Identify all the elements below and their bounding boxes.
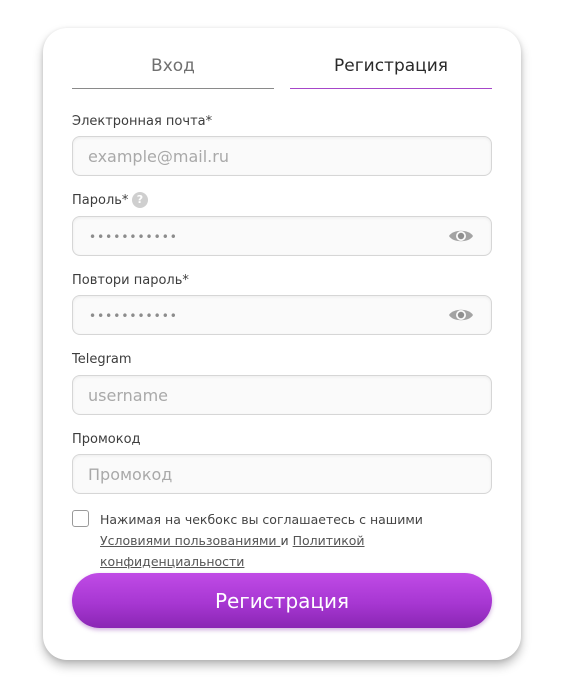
agreement-text-before: Нажимая на чекбокс вы соглашаетесь с наш…	[100, 512, 423, 527]
register-button[interactable]: Регистрация	[72, 573, 492, 628]
email-field[interactable]	[72, 136, 492, 176]
agreement-checkbox[interactable]	[72, 510, 89, 527]
terms-link[interactable]: Условиями пользованиями	[100, 533, 281, 548]
password-repeat-mask: •••••••••••	[89, 309, 178, 323]
auth-tabs: Вход Регистрация	[72, 52, 492, 90]
telegram-field[interactable]	[72, 375, 492, 415]
password-repeat-label: Повтори пароль*	[72, 273, 189, 288]
promo-field[interactable]	[72, 454, 492, 494]
promo-label: Промокод	[72, 432, 141, 447]
password-repeat-field[interactable]: •••••••••••	[72, 295, 492, 335]
eye-icon[interactable]	[448, 305, 474, 325]
email-label: Электронная почта*	[72, 114, 213, 129]
tab-login[interactable]: Вход	[72, 52, 274, 89]
password-field[interactable]: •••••••••••	[72, 216, 492, 256]
agreement-text-between: и	[280, 533, 293, 548]
agreement-text: Нажимая на чекбокс вы соглашаетесь с наш…	[100, 509, 497, 572]
password-label: Пароль*	[72, 193, 129, 208]
eye-icon[interactable]	[448, 226, 474, 246]
password-mask: •••••••••••	[89, 230, 178, 244]
telegram-label: Telegram	[72, 352, 132, 367]
tab-register[interactable]: Регистрация	[290, 52, 492, 89]
help-icon[interactable]: ?	[132, 192, 148, 208]
registration-card: Вход Регистрация Электронная почта* Паро…	[43, 28, 521, 660]
